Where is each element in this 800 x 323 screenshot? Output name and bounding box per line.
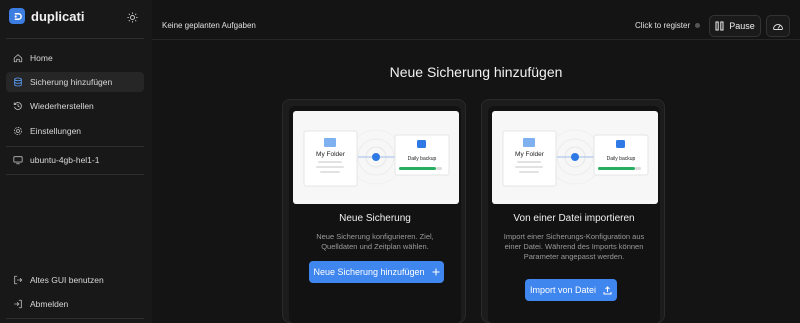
sidebar-item-label: Abmelden [30, 299, 69, 309]
card-description: Neue Sicherung konfigurieren. Ziel, Quel… [316, 232, 434, 251]
illustration-backup-label: Daily backup [407, 156, 437, 162]
schedule-status: Keine geplanten Aufgaben [162, 21, 256, 30]
pause-button[interactable]: Pause [709, 15, 761, 37]
database-icon [14, 77, 22, 87]
page-title: Neue Sicherung hinzufügen [389, 64, 563, 80]
sun-icon [126, 11, 138, 23]
import-from-file-button[interactable]: Import von Datei [525, 279, 617, 301]
sidebar-item-label: Altes GUI benutzen [30, 275, 104, 285]
button-label: Import von Datei [529, 285, 597, 295]
topbar: Keine geplanten Aufgaben Click to regist… [152, 0, 800, 40]
pause-label: Pause [729, 21, 755, 31]
divider [6, 38, 144, 39]
sidebar-item-home[interactable]: Home [6, 48, 144, 68]
monitor-icon [13, 156, 23, 165]
register-status-dot-icon [695, 23, 701, 28]
main-content: Keine geplanten Aufgaben Click to regist… [152, 0, 800, 323]
sidebar-item-label: ubuntu-4gb-hel1-1 [30, 155, 100, 165]
illustration-backup-label: Daily backup [606, 156, 636, 162]
speedometer-icon [773, 24, 783, 30]
card-body: My Folder Daily backup Neue Sicherung Ne… [289, 106, 461, 323]
home-icon [13, 54, 23, 63]
new-backup-card: My Folder Daily backup Neue Sicherung Ne… [282, 99, 466, 323]
sidebar-item-label: Einstellungen [30, 126, 82, 136]
backup-illustration: My Folder Daily backup [293, 111, 459, 204]
register-label: Click to register [635, 21, 691, 30]
gear-icon [13, 126, 23, 136]
illustration-folder-label: My Folder [515, 151, 544, 158]
register-link[interactable]: Click to register [635, 21, 701, 30]
sidebar-item-logout[interactable]: Abmelden [6, 294, 144, 314]
button-label: Neue Sicherung hinzufügen [313, 267, 425, 277]
import-backup-card: My Folder Daily backup Von einer Datei i… [481, 99, 665, 323]
brand-name: duplicati [31, 8, 85, 24]
duplicati-logo-icon [9, 8, 25, 24]
brand[interactable]: duplicati [9, 8, 84, 24]
theme-toggle-button[interactable] [124, 9, 140, 25]
logout-icon [14, 299, 22, 309]
add-new-backup-button[interactable]: Neue Sicherung hinzufügen [309, 261, 444, 283]
sidebar-item-restore[interactable]: Wiederherstellen [6, 96, 144, 116]
sidebar-item-label: Sicherung hinzufügen [30, 77, 113, 87]
sidebar: duplicati Home Sicherung hinzufügen Wied… [0, 0, 152, 323]
sidebar-item-settings[interactable]: Einstellungen [6, 121, 144, 141]
sidebar-item-label: Wiederherstellen [30, 101, 94, 111]
card-description: Import einer Sicherungs-Konfiguration au… [503, 232, 645, 261]
card-title: Neue Sicherung [339, 213, 411, 224]
divider [6, 318, 144, 319]
sidebar-item-label: Home [30, 53, 53, 63]
exit-icon [14, 275, 23, 285]
card-body: My Folder Daily backup Von einer Datei i… [488, 106, 660, 323]
backup-illustration: My Folder Daily backup [492, 111, 658, 204]
history-icon [13, 102, 22, 110]
illustration-folder-label: My Folder [316, 151, 345, 158]
pause-icon [715, 21, 724, 31]
throttle-button[interactable] [766, 15, 790, 37]
divider [6, 174, 144, 175]
card-title: Von einer Datei importieren [513, 213, 635, 224]
upload-icon [603, 285, 612, 294]
divider [6, 146, 144, 147]
sidebar-item-add-backup[interactable]: Sicherung hinzufügen [6, 72, 144, 92]
sidebar-item-legacy-gui[interactable]: Altes GUI benutzen [6, 270, 144, 290]
sidebar-item-machine[interactable]: ubuntu-4gb-hel1-1 [6, 150, 144, 170]
plus-icon [432, 268, 440, 276]
